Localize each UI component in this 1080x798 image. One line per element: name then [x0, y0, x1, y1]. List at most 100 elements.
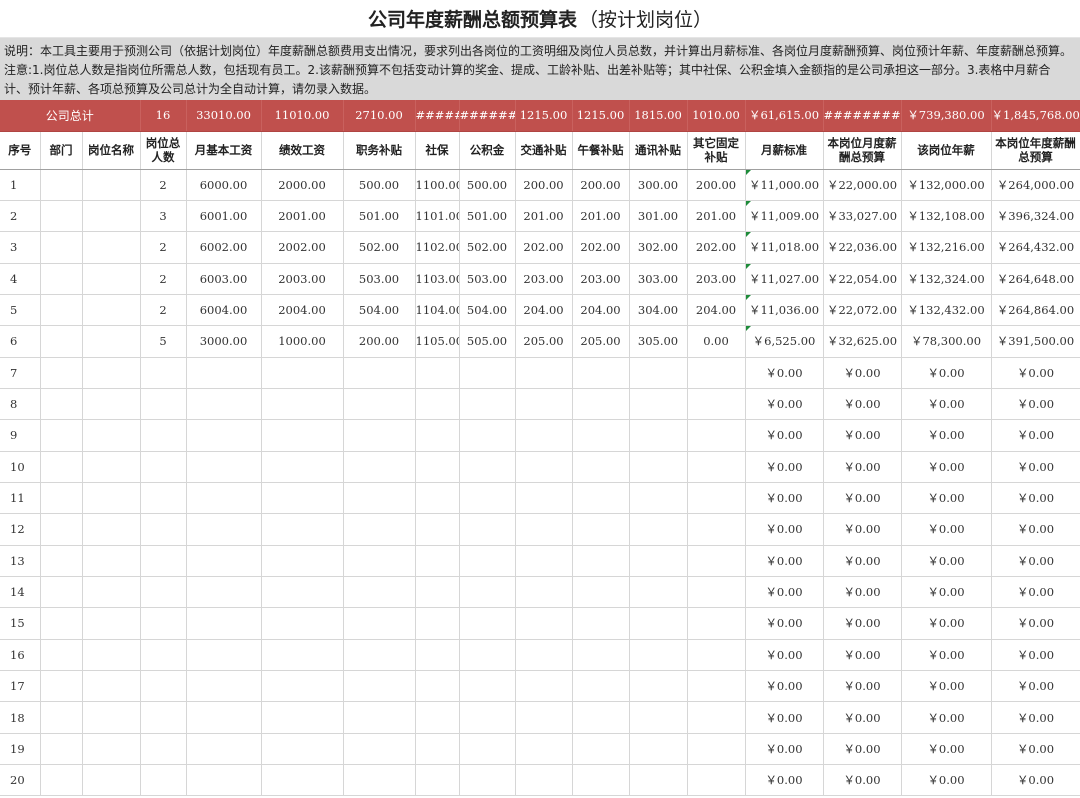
row-annual-budget[interactable]: ￥0.00: [991, 513, 1080, 546]
row-fund[interactable]: [459, 607, 516, 640]
total-social[interactable]: #######: [415, 100, 460, 132]
row-base[interactable]: 3000.00: [186, 325, 262, 358]
row-perf[interactable]: 1000.00: [261, 325, 344, 358]
row-annual-salary[interactable]: ￥0.00: [901, 670, 992, 703]
row-position[interactable]: [82, 513, 141, 546]
row-transport[interactable]: [515, 388, 573, 421]
row-lunch[interactable]: [572, 451, 630, 483]
row-duty[interactable]: 502.00: [343, 231, 416, 264]
row-other[interactable]: [687, 451, 746, 483]
row-duty[interactable]: [343, 701, 416, 734]
row-dept[interactable]: [40, 482, 83, 515]
row-headcount[interactable]: [140, 388, 187, 421]
row-duty[interactable]: 501.00: [343, 200, 416, 233]
row-annual-budget[interactable]: ￥264,432.00: [991, 231, 1080, 264]
row-monthly-budget[interactable]: ￥0.00: [823, 607, 902, 640]
row-dept[interactable]: [40, 231, 83, 264]
row-annual-budget[interactable]: ￥0.00: [991, 482, 1080, 515]
row-social[interactable]: [415, 419, 460, 452]
row-social[interactable]: 1105.00: [415, 325, 460, 358]
row-index[interactable]: 11: [0, 482, 41, 515]
row-base[interactable]: 6001.00: [186, 200, 262, 233]
row-base[interactable]: 6003.00: [186, 263, 262, 295]
row-comm[interactable]: [629, 513, 688, 546]
row-duty[interactable]: [343, 388, 416, 421]
row-monthly-std[interactable]: ￥0.00: [745, 639, 824, 672]
row-index[interactable]: 4: [0, 263, 41, 295]
row-monthly-budget[interactable]: ￥0.00: [823, 357, 902, 389]
row-other[interactable]: [687, 764, 746, 797]
row-duty[interactable]: [343, 513, 416, 546]
total-transport[interactable]: 1215.00: [515, 100, 573, 132]
row-base[interactable]: [186, 639, 262, 672]
row-duty[interactable]: [343, 482, 416, 515]
row-base[interactable]: [186, 388, 262, 421]
row-index[interactable]: 7: [0, 357, 41, 389]
row-duty[interactable]: [343, 670, 416, 703]
row-social[interactable]: 1100.00: [415, 169, 460, 201]
row-transport[interactable]: 202.00: [515, 231, 573, 264]
row-fund[interactable]: 505.00: [459, 325, 516, 358]
total-annual-salary[interactable]: ￥739,380.00: [901, 100, 992, 132]
row-monthly-std[interactable]: ￥0.00: [745, 419, 824, 452]
row-annual-salary[interactable]: ￥0.00: [901, 764, 992, 797]
row-annual-budget[interactable]: ￥264,864.00: [991, 294, 1080, 327]
row-position[interactable]: [82, 576, 141, 609]
row-dept[interactable]: [40, 169, 83, 201]
col-header-base[interactable]: 月基本工资: [186, 131, 262, 170]
row-monthly-budget[interactable]: ￥0.00: [823, 764, 902, 797]
row-perf[interactable]: [261, 482, 344, 515]
row-annual-budget[interactable]: ￥0.00: [991, 357, 1080, 389]
row-fund[interactable]: [459, 419, 516, 452]
row-transport[interactable]: [515, 733, 573, 766]
row-headcount[interactable]: 2: [140, 169, 187, 201]
total-label[interactable]: 公司总计: [0, 100, 141, 132]
row-duty[interactable]: [343, 576, 416, 609]
row-annual-budget[interactable]: ￥0.00: [991, 388, 1080, 421]
row-perf[interactable]: [261, 576, 344, 609]
row-headcount[interactable]: [140, 482, 187, 515]
row-social[interactable]: [415, 670, 460, 703]
row-index[interactable]: 20: [0, 764, 41, 797]
row-other[interactable]: [687, 670, 746, 703]
row-comm[interactable]: [629, 357, 688, 389]
row-comm[interactable]: [629, 670, 688, 703]
row-duty[interactable]: [343, 357, 416, 389]
col-header-lunch[interactable]: 午餐补贴: [572, 131, 630, 170]
row-headcount[interactable]: [140, 513, 187, 546]
row-annual-salary[interactable]: ￥132,000.00: [901, 169, 992, 201]
row-comm[interactable]: [629, 607, 688, 640]
row-monthly-std[interactable]: ￥0.00: [745, 670, 824, 703]
row-perf[interactable]: [261, 388, 344, 421]
row-position[interactable]: [82, 231, 141, 264]
row-other[interactable]: 201.00: [687, 200, 746, 233]
row-monthly-budget[interactable]: ￥22,036.00: [823, 231, 902, 264]
row-monthly-std[interactable]: ￥6,525.00: [745, 325, 824, 358]
row-headcount[interactable]: [140, 701, 187, 734]
row-base[interactable]: [186, 451, 262, 483]
total-perf[interactable]: 11010.00: [261, 100, 344, 132]
row-transport[interactable]: [515, 576, 573, 609]
col-header-idx[interactable]: 序号: [0, 131, 41, 170]
row-position[interactable]: [82, 294, 141, 327]
row-perf[interactable]: 2004.00: [261, 294, 344, 327]
row-annual-salary[interactable]: ￥0.00: [901, 357, 992, 389]
row-headcount[interactable]: 3: [140, 200, 187, 233]
col-header-comm[interactable]: 通讯补贴: [629, 131, 688, 170]
row-monthly-std[interactable]: ￥0.00: [745, 482, 824, 515]
row-index[interactable]: 15: [0, 607, 41, 640]
row-perf[interactable]: [261, 670, 344, 703]
row-monthly-budget[interactable]: ￥0.00: [823, 451, 902, 483]
total-fund[interactable]: #######: [459, 100, 516, 132]
row-position[interactable]: [82, 419, 141, 452]
row-other[interactable]: 200.00: [687, 169, 746, 201]
row-monthly-budget[interactable]: ￥22,054.00: [823, 263, 902, 295]
row-base[interactable]: [186, 764, 262, 797]
row-annual-budget[interactable]: ￥0.00: [991, 764, 1080, 797]
row-headcount[interactable]: [140, 607, 187, 640]
row-lunch[interactable]: 203.00: [572, 263, 630, 295]
row-annual-salary[interactable]: ￥0.00: [901, 451, 992, 483]
row-lunch[interactable]: [572, 764, 630, 797]
row-dept[interactable]: [40, 733, 83, 766]
row-comm[interactable]: [629, 419, 688, 452]
